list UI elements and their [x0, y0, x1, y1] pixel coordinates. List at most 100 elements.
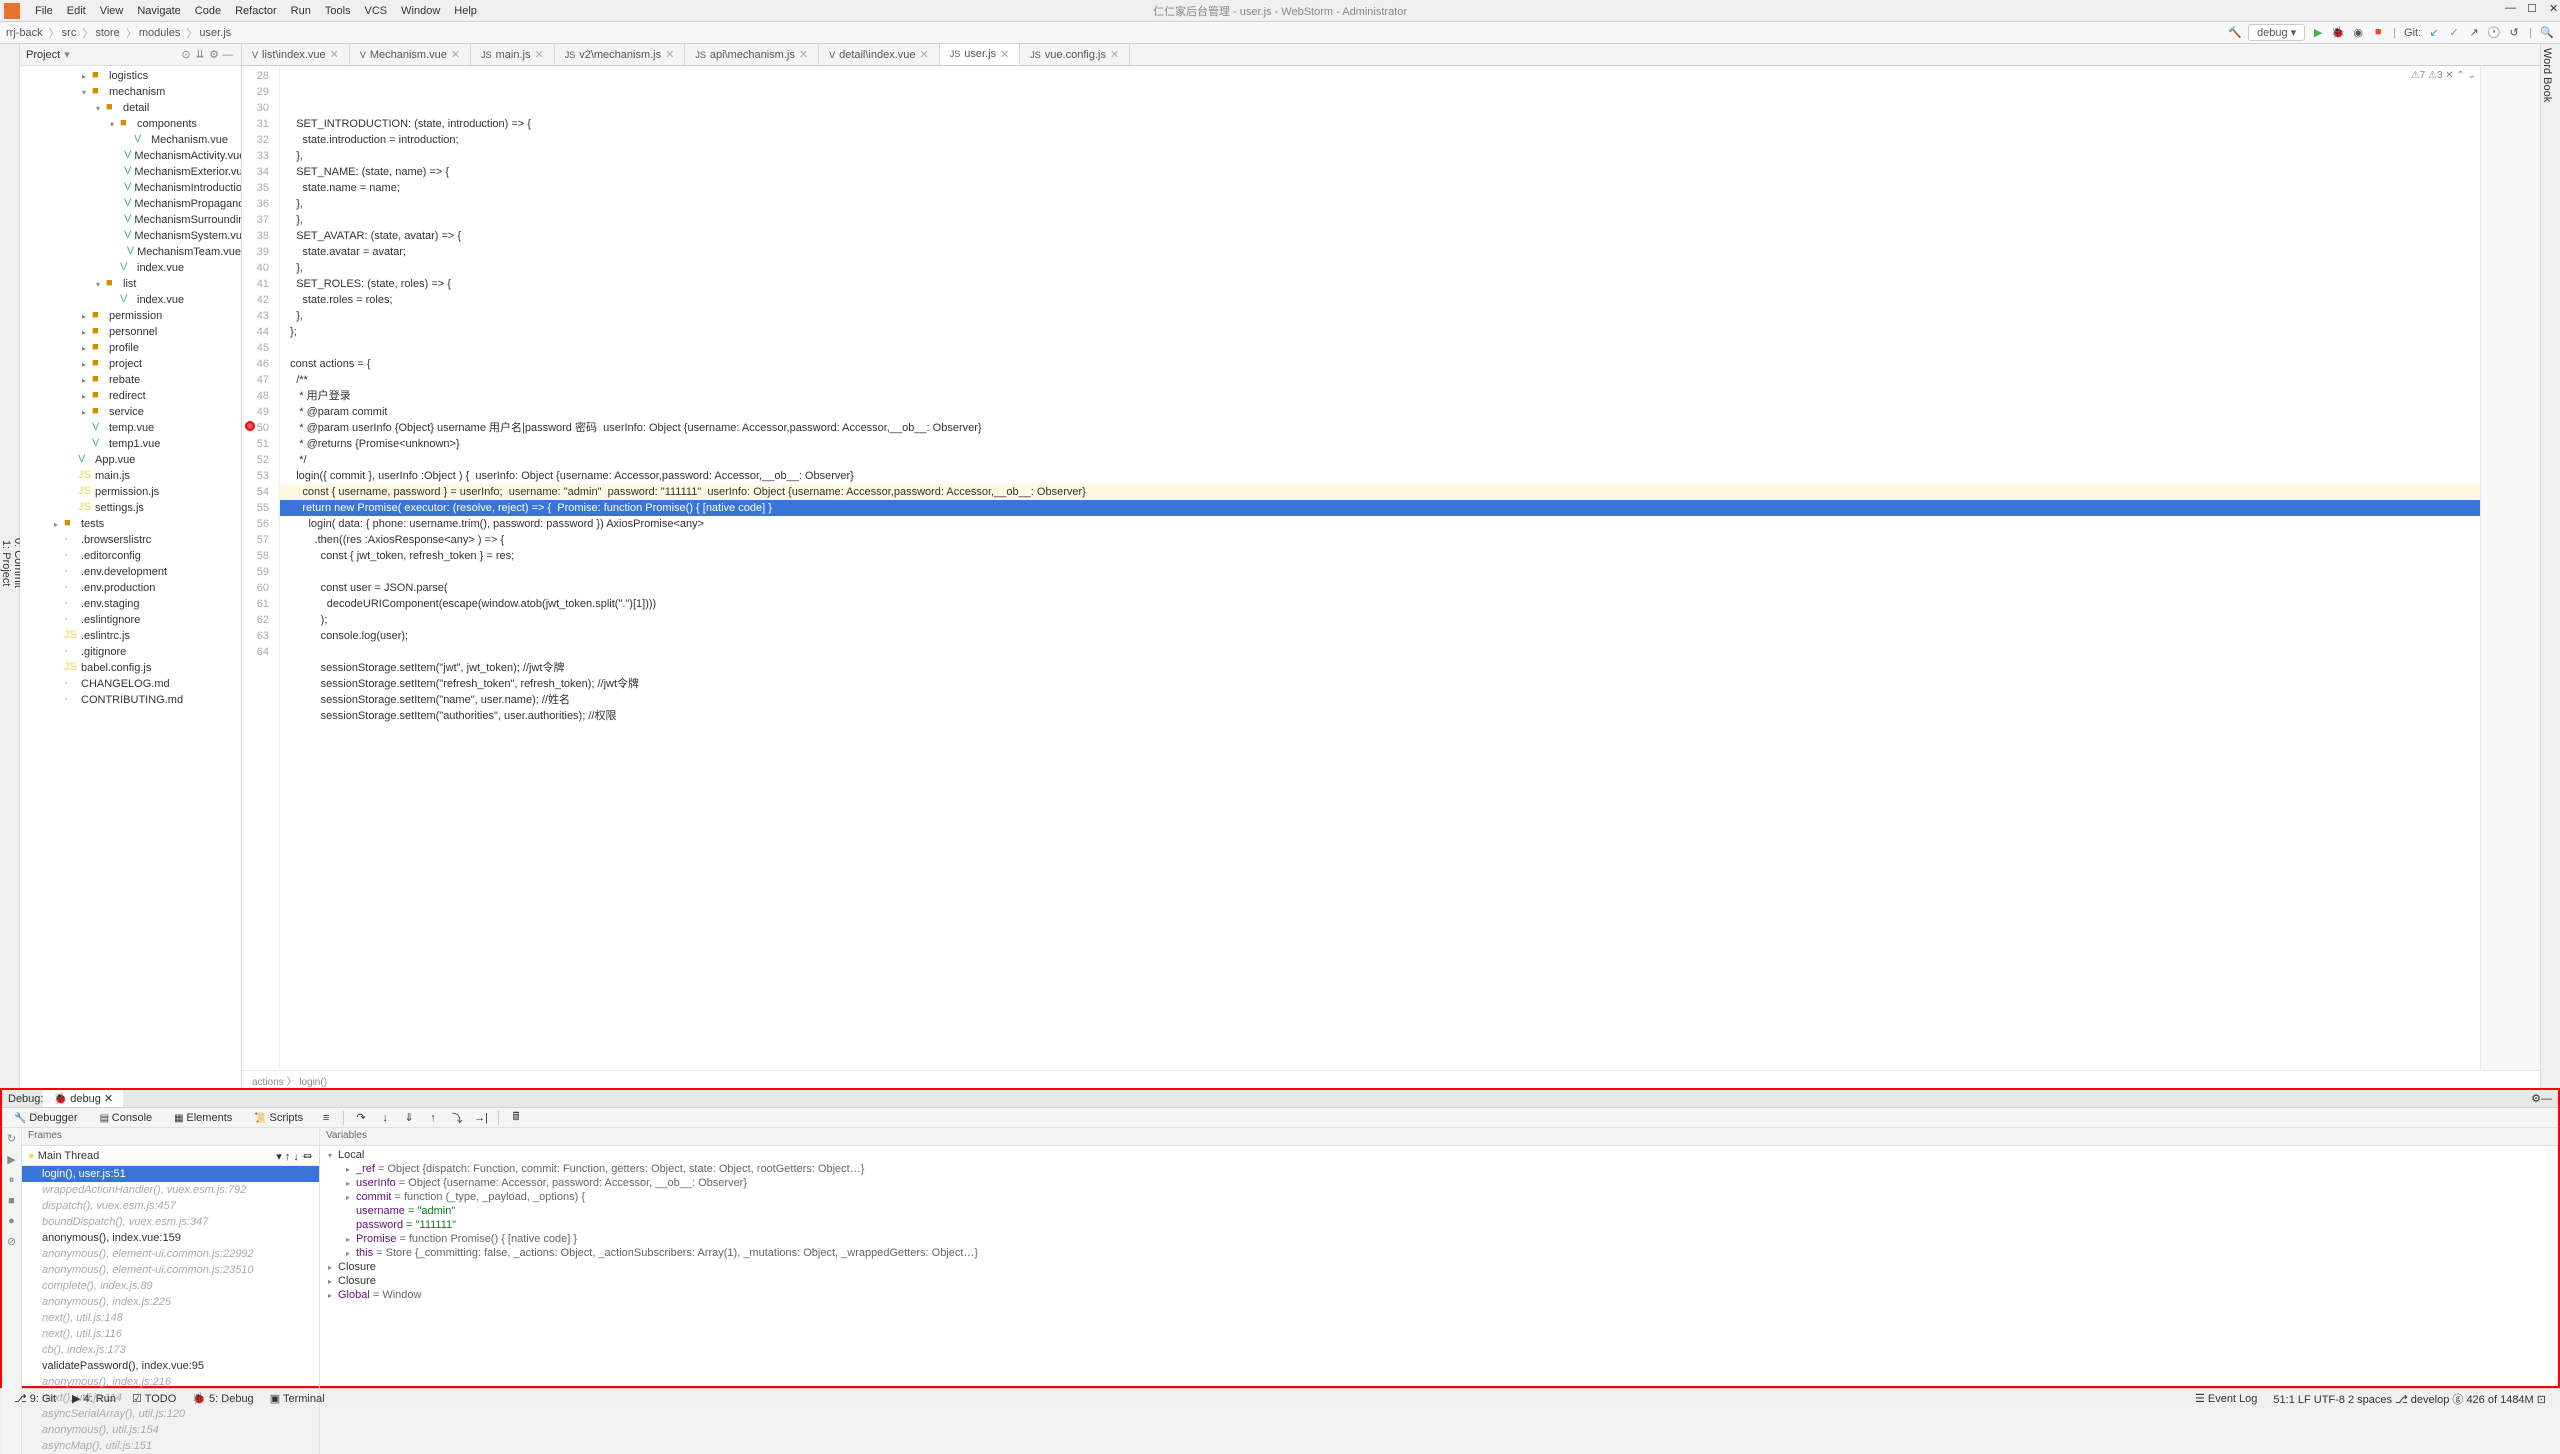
tree-item[interactable]: ▾■components	[20, 116, 241, 132]
collapse-icon[interactable]: ⇊	[193, 48, 207, 61]
tree-item[interactable]: ▸■permission	[20, 308, 241, 324]
maximize-button[interactable]: ☐	[2520, 2, 2534, 15]
minimize-button[interactable]: —	[2498, 2, 2512, 15]
menu-navigate[interactable]: Navigate	[130, 5, 187, 17]
tree-item[interactable]: ·CONTRIBUTING.md	[20, 692, 241, 708]
tree-item[interactable]: JS.eslintrc.js	[20, 628, 241, 644]
git-history-icon[interactable]: 🕐	[2487, 26, 2501, 40]
view-breakpoints-icon[interactable]: ●	[8, 1215, 15, 1227]
step-out-icon[interactable]: ↑	[426, 1112, 440, 1124]
stop-debug-icon[interactable]: ■	[8, 1195, 15, 1207]
debug-session-tab[interactable]: 🐞 debug ✕	[43, 1090, 123, 1107]
resume-icon[interactable]: ▶	[7, 1153, 15, 1166]
breadcrumb-item[interactable]: rrj-back	[6, 27, 43, 39]
tree-item[interactable]: VApp.vue	[20, 452, 241, 468]
frame-item[interactable]: anonymous(), element-ui.common.js:22992	[22, 1246, 319, 1262]
frame-item[interactable]: anonymous(), index.vue:159	[22, 1230, 319, 1246]
tree-item[interactable]: VMechanismSurrounding.vue	[20, 212, 241, 228]
tree-item[interactable]: ·.env.development	[20, 564, 241, 580]
pause-icon[interactable]: ⏸	[9, 1174, 15, 1187]
status-git[interactable]: ⎇ 9: Git	[6, 1392, 64, 1405]
tree-item[interactable]: JSmain.js	[20, 468, 241, 484]
editor-tab[interactable]: JSmain.js✕	[471, 44, 555, 65]
menu-help[interactable]: Help	[447, 5, 484, 17]
tab-wordbook[interactable]: Word Book	[2541, 48, 2553, 1088]
editor-tab[interactable]: VMechanism.vue✕	[350, 44, 471, 65]
debug-settings-icon[interactable]: ⚙	[2531, 1092, 2541, 1105]
var-item[interactable]: ▸commit = function (_type, _payload, _op…	[322, 1190, 2556, 1204]
editor-tab[interactable]: JSapi\mechanism.js✕	[685, 44, 819, 65]
editor-tab[interactable]: JSuser.js✕	[940, 44, 1021, 65]
tree-item[interactable]: JSsettings.js	[20, 500, 241, 516]
git-rollback-icon[interactable]: ↺	[2507, 26, 2521, 40]
project-tree[interactable]: ▸■logistics▾■mechanism▾■detail▾■componen…	[20, 66, 241, 1088]
thread-selector[interactable]: ● Main Thread ▾ ↑ ↓ ⏛	[22, 1146, 319, 1166]
breadcrumb-item[interactable]: store	[95, 27, 119, 39]
tree-item[interactable]: ▾■mechanism	[20, 84, 241, 100]
var-item[interactable]: password = "111111"	[322, 1218, 2556, 1232]
var-item[interactable]: ▸this = Store {_committing: false, _acti…	[322, 1246, 2556, 1260]
frame-item[interactable]: anonymous(), index.js:216	[22, 1374, 319, 1390]
step-over-icon[interactable]: ↷	[354, 1111, 368, 1124]
frame-item[interactable]: validatePassword(), index.vue:95	[22, 1358, 319, 1374]
git-push-icon[interactable]: ↗	[2467, 26, 2481, 40]
tree-item[interactable]: ▸■profile	[20, 340, 241, 356]
git-update-icon[interactable]: ↙	[2427, 26, 2441, 40]
run-icon[interactable]: ▶	[2311, 26, 2325, 40]
rerun-icon[interactable]: ↻	[7, 1132, 16, 1145]
frame-item[interactable]: anonymous(), util.js:154	[22, 1422, 319, 1438]
subtab-console[interactable]: ▤ Console	[94, 1110, 159, 1126]
tree-item[interactable]: VMechanismTeam.vue	[20, 244, 241, 260]
tree-item[interactable]: Vindex.vue	[20, 292, 241, 308]
tree-item[interactable]: ·.browserslistrc	[20, 532, 241, 548]
status-run[interactable]: ▶ 4: Run	[64, 1392, 124, 1405]
frame-item[interactable]: complete(), index.js:89	[22, 1278, 319, 1294]
menu-code[interactable]: Code	[188, 5, 228, 17]
status-todo[interactable]: ☑ TODO	[124, 1392, 184, 1405]
force-step-icon[interactable]: ⇓	[402, 1111, 416, 1124]
tree-item[interactable]: Vtemp.vue	[20, 420, 241, 436]
frames-list[interactable]: login(), user.js:51wrappedActionHandler(…	[22, 1166, 319, 1454]
breadcrumb-item[interactable]: user.js	[199, 27, 231, 39]
var-item[interactable]: ▾Local	[322, 1148, 2556, 1162]
stop-icon[interactable]: ■	[2371, 26, 2385, 40]
inspection-badge[interactable]: ⚠7 ⚠3 ✕ ⌃ ⌄	[2411, 68, 2476, 84]
menu-tools[interactable]: Tools	[318, 5, 358, 17]
menu-window[interactable]: Window	[394, 5, 447, 17]
frame-item[interactable]: asyncMap(), util.js:151	[22, 1438, 319, 1454]
var-item[interactable]: ▸userInfo = Object {username: Accessor, …	[322, 1176, 2556, 1190]
frame-item[interactable]: boundDispatch(), vuex.esm.js:347	[22, 1214, 319, 1230]
tree-item[interactable]: VMechanismExterior.vue	[20, 164, 241, 180]
var-item[interactable]: ▸Promise = function Promise() { [native …	[322, 1232, 2556, 1246]
tree-item[interactable]: VMechanismActivity.vue	[20, 148, 241, 164]
menu-view[interactable]: View	[93, 5, 131, 17]
debug-icon[interactable]: 🐞	[2331, 26, 2345, 40]
subtab-scripts[interactable]: 📜 Scripts	[248, 1110, 309, 1126]
menu-refactor[interactable]: Refactor	[228, 5, 284, 17]
tree-item[interactable]: ▸■service	[20, 404, 241, 420]
debug-hide-icon[interactable]: —	[2541, 1093, 2552, 1105]
step-into-icon[interactable]: ↓	[378, 1112, 392, 1124]
tree-item[interactable]: ·.env.production	[20, 580, 241, 596]
tree-item[interactable]: ·CHANGELOG.md	[20, 676, 241, 692]
breadcrumb-item[interactable]: src	[62, 27, 77, 39]
status-info[interactable]: 51:1 LF UTF-8 2 spaces ⎇ develop ⓖ 426 o…	[2265, 1391, 2554, 1407]
run-config-dropdown[interactable]: debug ▾	[2248, 24, 2305, 41]
menu-file[interactable]: File	[28, 5, 60, 17]
var-item[interactable]: ▸Closure	[322, 1260, 2556, 1274]
hide-icon[interactable]: —	[221, 49, 235, 61]
tree-item[interactable]: VMechanismPropaganda.vue	[20, 196, 241, 212]
frame-item[interactable]: cb(), index.js:173	[22, 1342, 319, 1358]
settings-icon[interactable]: ⚙	[207, 48, 221, 61]
frame-item[interactable]: asyncSerialArray(), util.js:120	[22, 1406, 319, 1422]
tree-item[interactable]: Vtemp1.vue	[20, 436, 241, 452]
tree-item[interactable]: ▾■list	[20, 276, 241, 292]
tree-item[interactable]: ▸■logistics	[20, 68, 241, 84]
coverage-icon[interactable]: ◉	[2351, 26, 2365, 40]
status-eventlog[interactable]: ☰ Event Log	[2187, 1392, 2265, 1405]
tree-item[interactable]: VMechanism.vue	[20, 132, 241, 148]
frame-item[interactable]: wrappedActionHandler(), vuex.esm.js:792	[22, 1182, 319, 1198]
threads-icon[interactable]: ≡	[319, 1112, 333, 1124]
tree-item[interactable]: ▸■personnel	[20, 324, 241, 340]
evaluate-icon[interactable]: 🖩	[509, 1108, 523, 1127]
